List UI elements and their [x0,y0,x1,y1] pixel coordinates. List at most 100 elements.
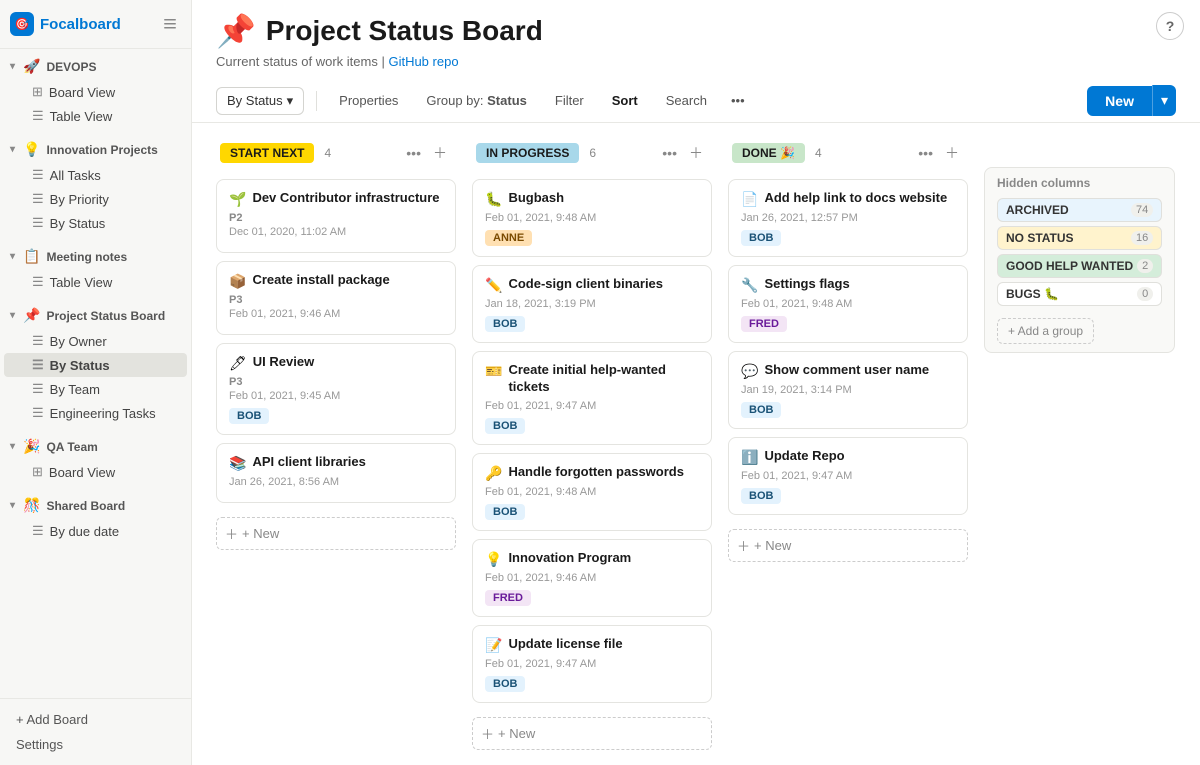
sidebar-item-label: By Owner [50,334,107,349]
sidebar-item-icon: ⊞ [32,464,43,480]
sidebar-item-by-status-project[interactable]: ☰By Status [4,353,187,377]
sidebar-section-header-shared-board[interactable]: ▾🎊Shared Board [0,492,191,519]
card-done-2[interactable]: 💬 Show comment user name Jan 19, 2021, 3… [728,351,968,429]
sidebar-item-table-view-devops[interactable]: ☰ Table View [4,104,187,128]
sort-button[interactable]: Sort [602,88,648,113]
column-header-in-progress: IN PROGRESS 6 ••• ＋ [472,135,712,171]
group-by-status-button[interactable]: Group by: Status [416,88,536,113]
sidebar-item-label: By due date [50,524,119,539]
card-date: Jan 18, 2021, 3:19 PM [485,298,699,310]
card-assignee: FRED [741,316,787,332]
properties-button[interactable]: Properties [329,88,408,113]
sidebar-section-header-devops[interactable]: ▾🚀DEVOPS [0,53,191,80]
add-board-button[interactable]: + Add Board [10,707,181,732]
column-add-button[interactable]: ＋ [684,141,708,165]
sidebar-section-devops: ▾🚀DEVOPS⊞Board View ☰ Table View [0,49,191,132]
card-top: ℹ️ Update Repo [741,448,955,466]
card-in-progress-3[interactable]: 🔑 Handle forgotten passwords Feb 01, 202… [472,453,712,531]
section-emoji: 📌 [23,307,40,324]
card-start-next-2[interactable]: 🖊 UI Review P3Feb 01, 2021, 9:45 AMBOB [216,343,456,435]
sidebar-item-by-priority[interactable]: ☰By Priority [4,187,187,211]
card-start-next-1[interactable]: 📦 Create install package P3Feb 01, 2021,… [216,261,456,335]
sidebar-sections: ▾🚀DEVOPS⊞Board View☰Table View▾💡Innovati… [0,49,191,547]
more-options-button[interactable]: ••• [725,88,751,113]
card-start-next-3[interactable]: 📚 API client libraries Jan 26, 2021, 8:5… [216,443,456,503]
sidebar-item-label: By Team [50,382,100,397]
sidebar-item-icon: ☰ [32,108,44,124]
toolbar-divider-1 [316,91,317,111]
sidebar-item-all-tasks[interactable]: ☰All Tasks [4,163,187,187]
card-start-next-0[interactable]: 🌱 Dev Contributor infrastructure P2Dec 0… [216,179,456,253]
sidebar-item-by-owner[interactable]: ☰ By Owner [4,329,187,353]
hidden-col-no-status[interactable]: NO STATUS 16 [997,226,1162,250]
hidden-col-archived[interactable]: ARCHIVED 74 [997,198,1162,222]
add-new-button-in-progress[interactable]: ＋+ New [472,717,712,750]
sidebar-item-table-view-meeting[interactable]: ☰Table View [4,270,187,294]
column-add-button[interactable]: ＋ [428,141,452,165]
toolbar: By Status ▾ Properties Group by: Status … [192,79,1200,123]
card-date: Jan 26, 2021, 8:56 AM [229,476,443,488]
hidden-col-bugs[interactable]: BUGS 🐛 0 [997,282,1162,306]
caret-icon: ▾ [10,310,15,321]
sidebar-item-engineering-tasks[interactable]: ☰Engineering Tasks [4,401,187,425]
sidebar-section-header-qa-team[interactable]: ▾🎉QA Team [0,433,191,460]
chip-count: 74 [1131,203,1153,217]
sidebar-item-by-status-innovation[interactable]: ☰By Status [4,211,187,235]
card-assignee: FRED [485,590,531,606]
sidebar-item-board-view-qa[interactable]: ⊞Board View [4,460,187,484]
sidebar-item-label: By Status [50,216,106,231]
chip-label: BUGS 🐛 [1006,287,1059,301]
column-more-button[interactable]: ••• [401,143,426,163]
sidebar-item-icon: ☰ [32,167,44,183]
page-emoji: 📌 [216,12,256,50]
column-more-button[interactable]: ••• [657,143,682,163]
search-button[interactable]: Search [656,88,717,113]
help-button[interactable]: ? [1156,12,1184,40]
sidebar-item-by-due-date[interactable]: ☰By due date [4,519,187,543]
card-done-3[interactable]: ℹ️ Update Repo Feb 01, 2021, 9:47 AMBOB [728,437,968,515]
page-title: Project Status Board [266,15,543,47]
card-done-0[interactable]: 📄 Add help link to docs website Jan 26, … [728,179,968,257]
column-more-button[interactable]: ••• [913,143,938,163]
github-repo-link[interactable]: GitHub repo [388,54,458,69]
card-title: Show comment user name [764,362,929,379]
sidebar-section-header-project-status[interactable]: ▾📌Project Status Board [0,302,191,329]
sidebar-section-header-innovation[interactable]: ▾💡Innovation Projects [0,136,191,163]
sidebar-item-icon: ☰ [32,274,44,290]
card-in-progress-0[interactable]: 🐛 Bugbash Feb 01, 2021, 9:48 AMANNE [472,179,712,257]
column-add-button[interactable]: ＋ [940,141,964,165]
settings-button[interactable]: Settings [10,732,181,757]
card-icon: 📄 [741,191,758,208]
card-in-progress-5[interactable]: 📝 Update license file Feb 01, 2021, 9:47… [472,625,712,703]
add-new-button-start-next[interactable]: ＋+ New [216,517,456,550]
filter-button[interactable]: Filter [545,88,594,113]
group-by-prefix: Group by: [426,93,483,108]
card-title: Bugbash [508,190,564,207]
card-title: API client libraries [252,454,365,471]
card-in-progress-1[interactable]: ✏️ Code-sign client binaries Jan 18, 202… [472,265,712,343]
sidebar-item-by-team[interactable]: ☰By Team [4,377,187,401]
card-in-progress-2[interactable]: 🎫 Create initial help-wanted tickets Feb… [472,351,712,445]
card-top: 💬 Show comment user name [741,362,955,380]
sidebar-section-header-meeting-notes[interactable]: ▾📋Meeting notes [0,243,191,270]
sidebar-item-label: By Status [50,358,110,373]
card-done-1[interactable]: 🔧 Settings flags Feb 01, 2021, 9:48 AMFR… [728,265,968,343]
add-new-button-done[interactable]: ＋+ New [728,529,968,562]
page-title-row: 📌 Project Status Board [216,12,543,50]
column-start-next: START NEXT 4 ••• ＋ 🌱 Dev Contributor inf… [216,135,456,753]
hidden-col-good-help-wanted[interactable]: GOOD HELP WANTED 2 [997,254,1162,278]
add-group-button[interactable]: + Add a group [997,318,1094,344]
sidebar-item-label: By Priority [50,192,109,207]
column-in-progress: IN PROGRESS 6 ••• ＋ 🐛 Bugbash Feb 01, 20… [472,135,712,753]
sidebar-item-icon: ☰ [32,333,44,349]
sidebar-item-board-view-devops[interactable]: ⊞Board View [4,80,187,104]
sidebar-collapse-button[interactable] [159,13,181,35]
app-logo[interactable]: 🎯 Focalboard [10,12,121,36]
card-in-progress-4[interactable]: 💡 Innovation Program Feb 01, 2021, 9:46 … [472,539,712,617]
new-button-arrow[interactable]: ▾ [1152,85,1176,116]
caret-icon: ▾ [10,500,15,511]
card-top: 🎫 Create initial help-wanted tickets [485,362,699,396]
sidebar-item-label: Table View [50,109,113,124]
group-by-button[interactable]: By Status ▾ [216,87,304,115]
new-button[interactable]: New [1087,86,1152,116]
